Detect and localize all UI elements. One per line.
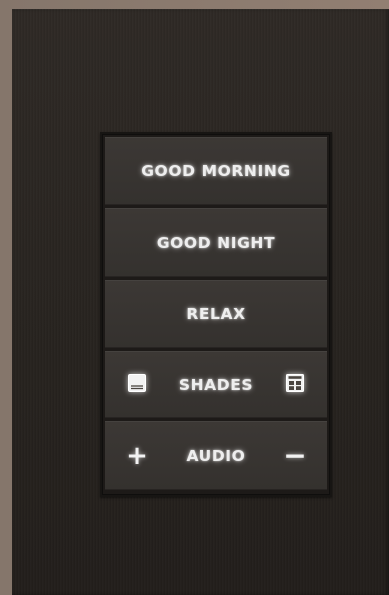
shade-up-icon <box>285 373 305 397</box>
audio-button: + AUDIO − <box>105 421 327 490</box>
plus-icon: + <box>126 440 148 471</box>
relax-label: RELAX <box>186 305 246 323</box>
good-morning-label: GOOD MORNING <box>141 162 291 180</box>
audio-volume-up-button[interactable]: + <box>115 421 159 490</box>
shades-label: SHADES <box>178 375 254 394</box>
shades-raise-button[interactable] <box>273 351 317 418</box>
good-night-label: GOOD NIGHT <box>156 233 276 252</box>
relax-button[interactable]: RELAX <box>105 280 327 348</box>
good-morning-button[interactable]: GOOD MORNING <box>105 137 327 205</box>
keypad-button-panel: GOOD MORNING GOOD NIGHT RELAX SHADES + A… <box>100 132 332 497</box>
keypad-faceplate: GOOD MORNING GOOD NIGHT RELAX SHADES + A… <box>12 9 389 595</box>
shade-down-icon <box>127 373 147 397</box>
shades-button: SHADES <box>105 351 327 418</box>
minus-icon: − <box>283 438 307 472</box>
audio-label: AUDIO <box>186 446 246 465</box>
good-night-button[interactable]: GOOD NIGHT <box>105 208 327 277</box>
shades-lower-button[interactable] <box>115 351 159 418</box>
audio-volume-down-button[interactable]: − <box>273 421 317 490</box>
